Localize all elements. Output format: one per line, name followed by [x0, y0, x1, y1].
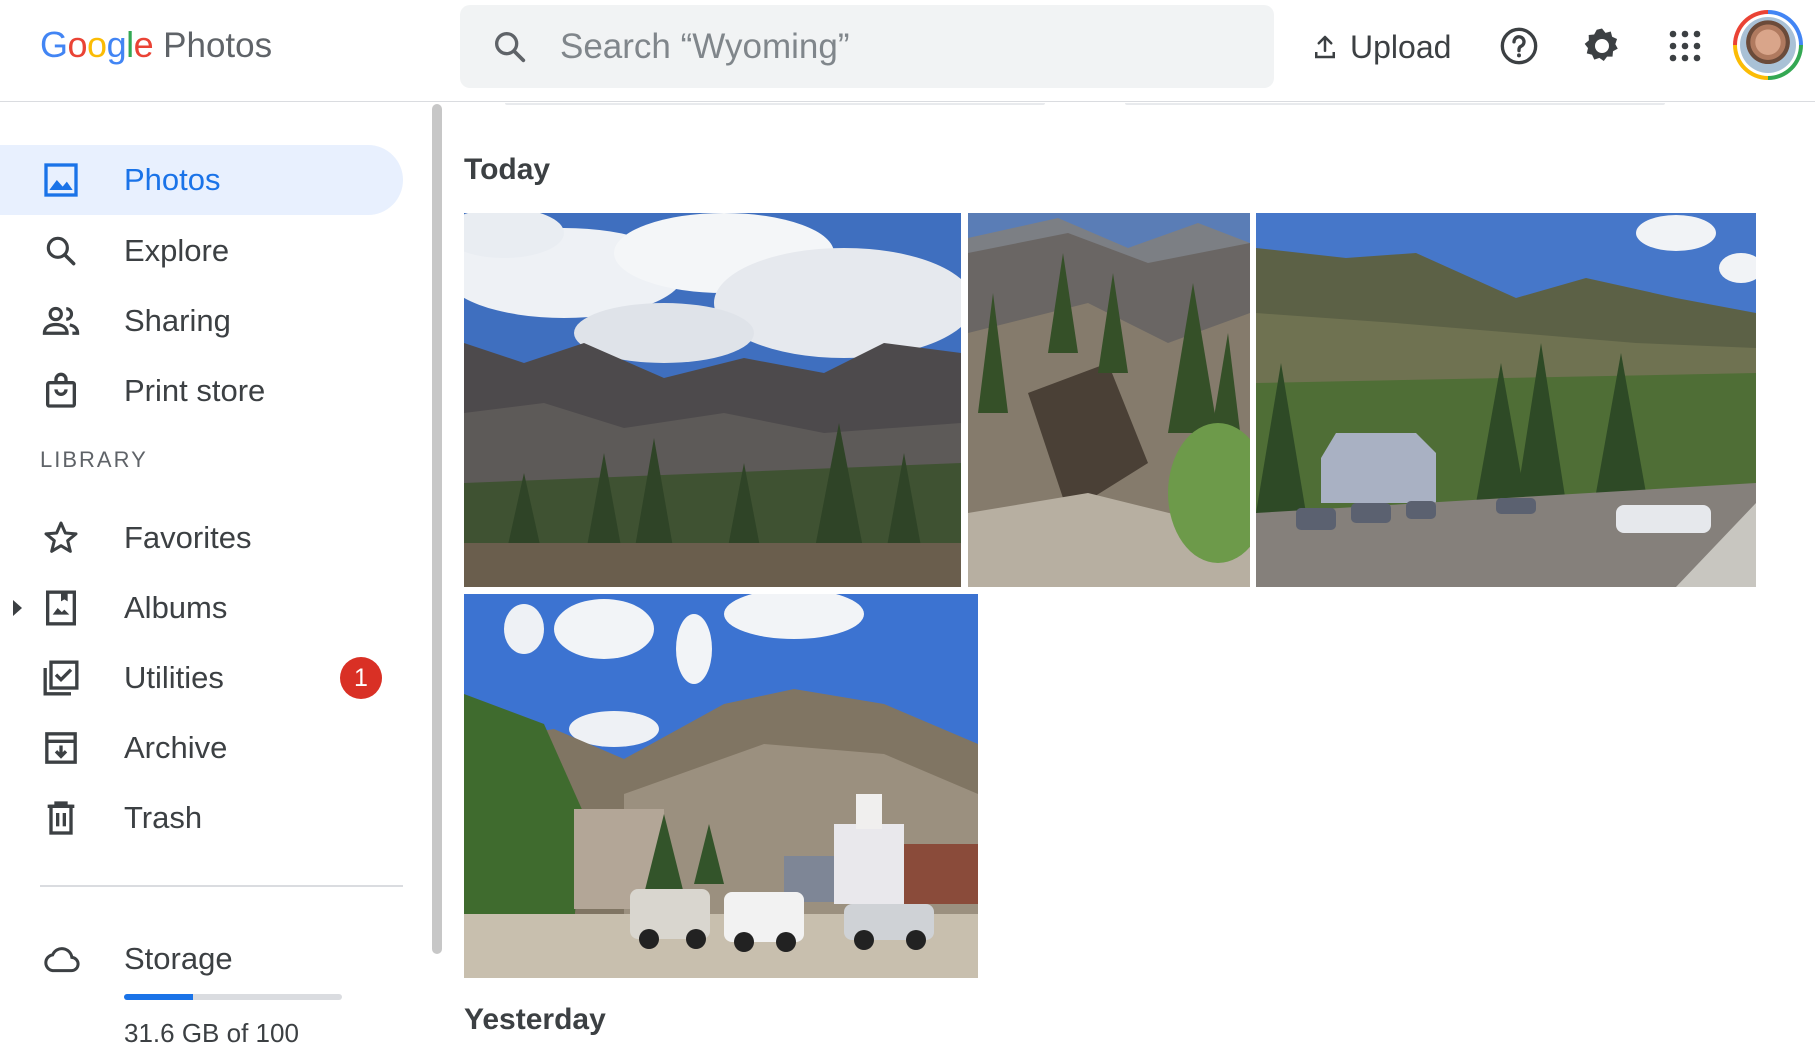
product-name: Photos — [163, 26, 273, 65]
sidebar-item-explore[interactable]: Explore — [0, 216, 403, 286]
memory-card[interactable] — [505, 103, 1045, 105]
utilities-icon — [38, 655, 84, 701]
sidebar-item-photos[interactable]: Photos — [0, 145, 403, 215]
sidebar-item-label: Print store — [124, 373, 266, 408]
sidebar-item-label: Explore — [124, 233, 230, 268]
logo-letter: o — [67, 24, 88, 65]
sidebar-item-sharing[interactable]: Sharing — [0, 286, 403, 356]
photo-thumbnail[interactable] — [968, 213, 1250, 587]
expand-caret-icon[interactable] — [13, 600, 22, 616]
sidebar-item-storage[interactable]: Storage — [0, 924, 403, 994]
date-heading-yesterday: Yesterday — [464, 1003, 606, 1036]
photo-thumbnail[interactable] — [1256, 213, 1756, 587]
upload-button[interactable]: Upload — [1310, 22, 1451, 72]
sidebar-scrollbar[interactable] — [432, 104, 442, 954]
shopping-bag-icon — [38, 368, 84, 414]
sidebar-item-label: Sharing — [124, 303, 231, 338]
upload-icon — [1315, 35, 1335, 59]
notification-badge: 1 — [340, 657, 382, 699]
sidebar-item-print-store[interactable]: Print store — [0, 356, 403, 426]
cloud-icon — [38, 936, 84, 982]
apps-icon[interactable] — [1661, 22, 1709, 70]
avatar-ring — [1737, 14, 1799, 76]
upload-label: Upload — [1350, 28, 1452, 65]
logo-letter: G — [40, 24, 68, 65]
photo-icon — [38, 157, 84, 203]
google-wordmark: Google — [40, 24, 154, 66]
photo-grid: Today Yesterday — [450, 103, 1815, 1057]
people-icon — [38, 298, 84, 344]
photo-thumbnail[interactable] — [464, 594, 978, 978]
sidebar-item-label: Photos — [124, 162, 221, 197]
sidebar-item-label: Trash — [124, 800, 203, 835]
logo-letter: e — [133, 24, 154, 65]
navigation-sidebar: Photos Explore Sharing Print store LIBRA… — [0, 103, 430, 1057]
storage-usage-bar — [124, 994, 342, 1000]
sidebar-item-archive[interactable]: Archive — [0, 713, 403, 783]
help-icon[interactable] — [1495, 22, 1543, 70]
search-icon[interactable] — [490, 27, 530, 67]
top-app-bar: Google Photos Search “Wyoming” Upload — [0, 0, 1815, 102]
account-avatar[interactable] — [1733, 10, 1803, 80]
sidebar-item-utilities[interactable]: Utilities 1 — [0, 643, 403, 713]
sidebar-item-label: Albums — [124, 590, 228, 625]
sidebar-item-label: Utilities — [124, 660, 224, 695]
google-photos-logo[interactable]: Google Photos — [40, 24, 272, 68]
sidebar-item-label: Storage — [124, 941, 233, 976]
sidebar-item-favorites[interactable]: Favorites — [0, 503, 403, 573]
sidebar-item-albums[interactable]: Albums — [0, 573, 403, 643]
search-input[interactable]: Search “Wyoming” — [560, 27, 850, 67]
sidebar-item-trash[interactable]: Trash — [0, 783, 403, 853]
sidebar-item-label: Archive — [124, 730, 228, 765]
album-icon — [38, 585, 84, 631]
search-icon — [38, 228, 84, 274]
avatar-image — [1740, 17, 1796, 73]
library-section-label: LIBRARY — [40, 447, 148, 472]
sidebar-item-label: Favorites — [124, 520, 252, 555]
star-icon — [38, 515, 84, 561]
date-heading-today: Today — [464, 153, 551, 186]
storage-usage-fill — [124, 994, 193, 1000]
archive-icon — [38, 725, 84, 771]
search-bar[interactable]: Search “Wyoming” — [460, 5, 1274, 88]
photo-thumbnail[interactable] — [464, 213, 961, 587]
storage-usage-text: 31.6 GB of 100 — [124, 1018, 299, 1048]
logo-letter: l — [126, 24, 134, 65]
sidebar-divider — [40, 885, 403, 887]
logo-letter: o — [87, 24, 107, 65]
trash-icon — [38, 795, 84, 841]
settings-icon[interactable] — [1578, 22, 1626, 70]
logo-letter: g — [106, 24, 127, 65]
memory-card[interactable] — [1125, 103, 1665, 105]
